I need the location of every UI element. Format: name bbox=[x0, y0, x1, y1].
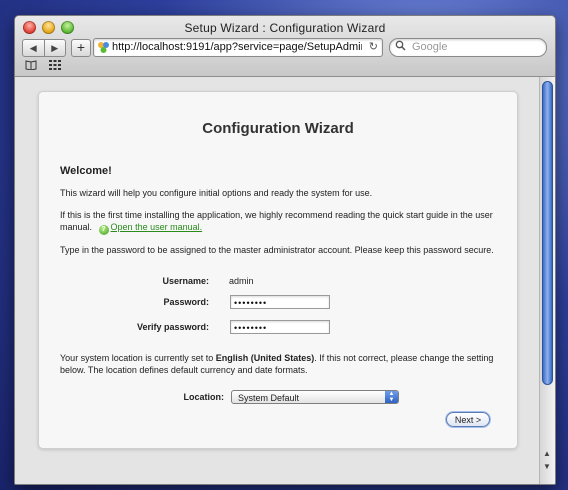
url-text: http://localhost:9191/app?service=page/S… bbox=[112, 41, 362, 53]
location-text-before: Your system location is currently set to bbox=[60, 353, 214, 363]
address-bar[interactable]: http://localhost:9191/app?service=page/S… bbox=[93, 38, 383, 57]
search-input[interactable] bbox=[412, 40, 532, 54]
wizard-panel: Configuration Wizard Welcome! This wizar… bbox=[38, 91, 518, 449]
page-title: Configuration Wizard bbox=[202, 120, 354, 137]
forward-button[interactable]: ▶ bbox=[43, 40, 66, 56]
current-location: English (United States) bbox=[215, 353, 315, 363]
username-value: admin bbox=[229, 276, 254, 286]
password-instructions: Type in the password to be assigned to t… bbox=[60, 245, 494, 255]
scroll-down-arrow-icon[interactable]: ▼ bbox=[543, 462, 551, 471]
verify-password-field[interactable]: •••••••• bbox=[230, 320, 330, 334]
search-icon bbox=[395, 40, 407, 55]
browser-window: Setup Wizard : Configuration Wizard ◀ ▶ … bbox=[14, 15, 556, 485]
nav-button-group: ◀ ▶ bbox=[22, 39, 66, 57]
top-sites-grid-icon[interactable] bbox=[49, 60, 61, 70]
back-button[interactable]: ◀ bbox=[23, 40, 44, 56]
intro-text: This wizard will help you configure init… bbox=[60, 188, 373, 198]
search-box[interactable] bbox=[389, 38, 547, 57]
location-info: Your system location is currently set to… bbox=[60, 352, 500, 376]
password-field[interactable]: •••••••• bbox=[230, 295, 330, 309]
select-updown-icon: ▲ ▼ bbox=[385, 391, 398, 403]
location-select[interactable]: System Default ▲ ▼ bbox=[231, 390, 399, 404]
title-bar: Setup Wizard : Configuration Wizard ◀ ▶ … bbox=[15, 16, 555, 77]
vertical-scrollbar[interactable]: ▲ ▼ bbox=[539, 77, 555, 484]
forward-arrow-icon: ▶ bbox=[51, 42, 59, 53]
back-arrow-icon: ◀ bbox=[29, 42, 37, 53]
welcome-heading: Welcome! bbox=[60, 165, 112, 177]
scrollbar-thumb[interactable] bbox=[542, 81, 553, 385]
page-content: Configuration Wizard Welcome! This wizar… bbox=[15, 77, 539, 484]
site-favicon-icon bbox=[98, 42, 109, 53]
manual-paragraph: If this is the first time installing the… bbox=[60, 209, 500, 235]
username-label: Username: bbox=[162, 276, 209, 286]
password-label: Password: bbox=[163, 297, 209, 307]
bookmarks-book-icon[interactable] bbox=[25, 60, 37, 70]
next-button[interactable]: Next > bbox=[446, 412, 490, 427]
window-title: Setup Wizard : Configuration Wizard bbox=[184, 21, 386, 35]
help-icon: ? bbox=[98, 225, 109, 235]
scroll-up-arrow-icon[interactable]: ▲ bbox=[543, 449, 551, 458]
location-label: Location: bbox=[183, 392, 225, 402]
add-bookmark-button[interactable]: + bbox=[71, 39, 91, 57]
user-manual-link[interactable]: Open the user manual. bbox=[111, 222, 203, 232]
reload-icon[interactable]: ↻ bbox=[369, 40, 378, 53]
location-selected-value: System Default bbox=[238, 393, 300, 403]
verify-password-label: Verify password: bbox=[136, 322, 209, 332]
